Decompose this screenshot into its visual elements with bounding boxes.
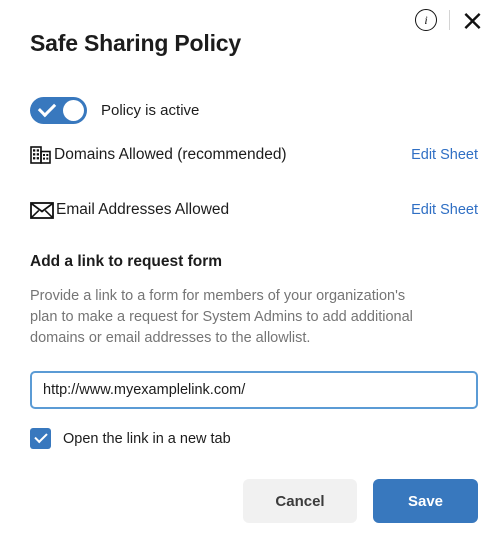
policy-active-label: Policy is active [101, 102, 200, 119]
info-button[interactable]: i [411, 5, 441, 35]
link-section-heading: Add a link to request form [30, 253, 223, 270]
info-circle-icon: i [415, 9, 437, 31]
domains-edit-sheet-link[interactable]: Edit Sheet [411, 147, 478, 163]
open-in-new-tab-checkbox[interactable] [30, 428, 51, 449]
check-icon [34, 429, 48, 444]
link-section-description: Provide a link to a form for members of … [30, 288, 413, 346]
email-addresses-left: Email Addresses Allowed [30, 200, 229, 220]
toolbar-divider [449, 10, 450, 30]
close-button[interactable] [458, 6, 486, 34]
building-icon [30, 146, 51, 164]
envelope-icon [30, 202, 54, 219]
open-in-new-tab-row[interactable]: Open the link in a new tab [30, 428, 231, 449]
policy-active-toggle[interactable] [30, 97, 87, 124]
page-title: Safe Sharing Policy [30, 30, 241, 56]
domains-allowed-left: Domains Allowed (recommended) [30, 144, 287, 166]
policy-active-row: Policy is active [30, 97, 199, 124]
toggle-knob [63, 100, 84, 121]
safe-sharing-policy-dialog: i Safe Sharing Policy Policy is active D… [0, 0, 500, 538]
emails-edit-sheet-link[interactable]: Edit Sheet [411, 202, 478, 218]
open-in-new-tab-label: Open the link in a new tab [63, 430, 231, 447]
dialog-footer: Cancel Save [243, 479, 478, 523]
check-icon [37, 98, 57, 118]
domains-allowed-label: Domains Allowed (recommended) [54, 146, 287, 163]
request-form-link-input[interactable] [30, 371, 478, 409]
close-x-icon [464, 12, 480, 29]
dialog-toolbar: i [411, 0, 486, 40]
cancel-button[interactable]: Cancel [243, 479, 357, 523]
save-button[interactable]: Save [373, 479, 478, 523]
email-addresses-allowed-row: Email Addresses Allowed Edit Sheet [30, 200, 478, 220]
domains-allowed-row: Domains Allowed (recommended) Edit Sheet [30, 144, 478, 166]
email-addresses-label: Email Addresses Allowed [56, 201, 230, 218]
